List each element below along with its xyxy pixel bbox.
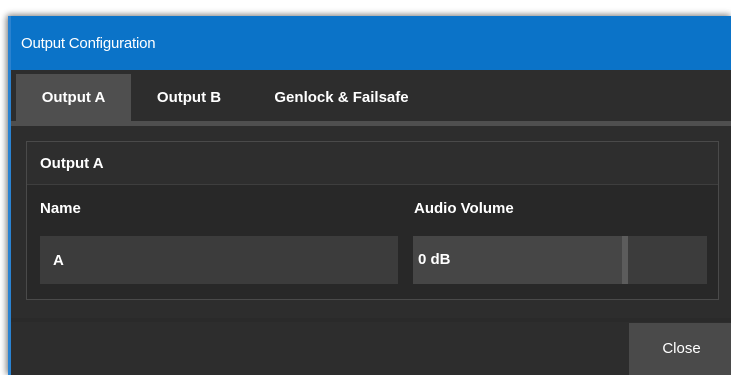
tab-underline	[11, 121, 731, 126]
tab-output-a[interactable]: Output A	[16, 74, 131, 121]
close-button[interactable]: Close	[629, 323, 731, 375]
tab-output-b[interactable]: Output B	[139, 74, 239, 121]
audio-volume-value: 0 dB	[418, 251, 451, 268]
name-input[interactable]	[40, 236, 398, 284]
dialog-title: Output Configuration	[21, 35, 156, 52]
output-configuration-dialog: Output Configuration Output A Output B G…	[8, 16, 731, 375]
audio-volume-slider[interactable]: 0 dB	[413, 236, 707, 284]
audio-volume-label: Audio Volume	[414, 200, 514, 217]
group-title: Output A	[40, 155, 104, 172]
name-label: Name	[40, 200, 81, 217]
tab-genlock-failsafe[interactable]: Genlock & Failsafe	[254, 74, 429, 121]
group-header: Output A	[27, 142, 718, 185]
tab-bar: Output A Output B Genlock & Failsafe	[11, 70, 731, 121]
slider-handle[interactable]	[622, 236, 628, 284]
footer-separator	[11, 318, 731, 322]
output-a-group: Output A Name Audio Volume 0 dB	[26, 141, 719, 300]
title-bar[interactable]: Output Configuration	[11, 16, 731, 70]
